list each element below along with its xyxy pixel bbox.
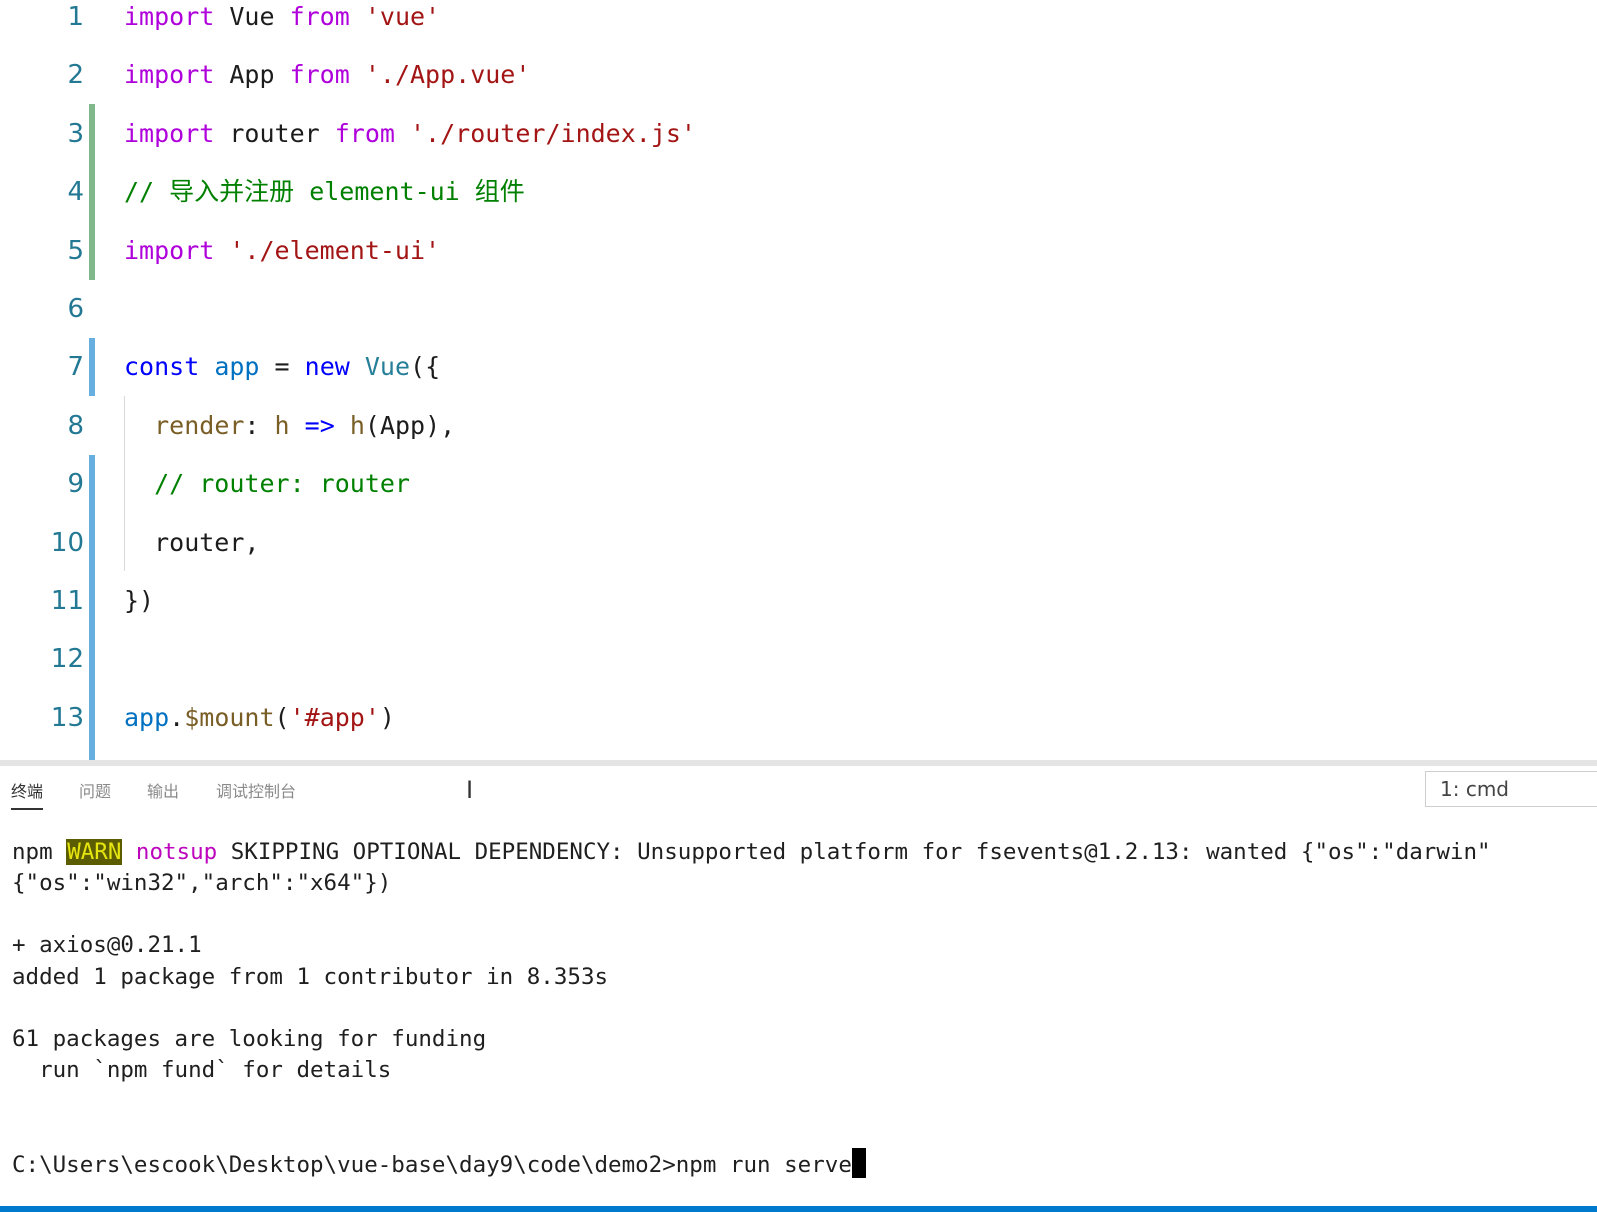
code-token: const — [124, 352, 200, 382]
git-modified-gutter-marker[interactable] — [89, 338, 95, 396]
code-token: app — [214, 352, 260, 382]
code-token: Vue — [214, 2, 290, 31]
line-number: 2 — [67, 60, 84, 91]
code-token: ( — [274, 702, 290, 732]
line-number: 3 — [67, 118, 84, 149]
warn-prefix: npm — [12, 839, 67, 865]
code-line[interactable]: import './element-ui' — [124, 222, 440, 280]
code-token: from — [289, 2, 350, 31]
tab-terminal[interactable]: 终端 — [11, 778, 44, 810]
code-line[interactable]: router, — [124, 514, 259, 572]
terminal-prompt: C:\Users\escook\Desktop\vue-base\day9\co… — [12, 1152, 852, 1178]
line-number: 11 — [50, 586, 84, 616]
panel-header: 终端 问题 输出 调试控制台 I 1: cmd — [0, 766, 1597, 816]
code-line[interactable]: app.$mount('#app') — [124, 689, 395, 747]
code-token: 'vue' — [349, 2, 441, 31]
terminal-prompt-line[interactable]: C:\Users\escook\Desktop\vue-base\day9\co… — [12, 1148, 866, 1181]
line-number: 13 — [50, 702, 84, 733]
code-token: from — [289, 60, 350, 90]
code-token: new — [304, 352, 350, 382]
warn-message: SKIPPING OPTIONAL DEPENDENCY: Unsupporte… — [217, 839, 1491, 865]
code-token: . — [169, 702, 185, 732]
code-line[interactable]: import App from './App.vue' — [124, 46, 530, 104]
code-token: './App.vue' — [349, 60, 531, 90]
code-token: // 导入并注册 element-ui 组件 — [124, 177, 525, 207]
warn-tag: notsup — [135, 839, 218, 865]
code-token: './router/index.js' — [394, 118, 696, 148]
line-number: 10 — [50, 527, 84, 558]
code-token: import — [124, 60, 215, 90]
line-number: 1 — [67, 2, 84, 32]
code-token: h — [349, 410, 365, 440]
code-token: ({ — [410, 352, 441, 382]
code-line[interactable]: // 导入并注册 element-ui 组件 — [124, 163, 525, 221]
terminal-output[interactable]: npm WARN notsup SKIPPING OPTIONAL DEPEND… — [0, 816, 1597, 1206]
code-token: router, — [124, 527, 260, 557]
code-token: // router: router — [124, 469, 410, 499]
code-token: app — [124, 702, 170, 732]
line-number: 6 — [67, 294, 84, 324]
code-token: ) — [379, 702, 395, 732]
code-line[interactable]: render: h => h(App), — [124, 397, 455, 455]
code-token: }) — [124, 586, 155, 615]
code-token: h — [274, 410, 290, 440]
line-number: 7 — [67, 352, 84, 383]
tab-debug-console[interactable]: 调试控制台 — [216, 778, 296, 808]
terminal-line: + axios@0.21.1 — [12, 932, 202, 958]
code-line[interactable]: import router from './router/index.js' — [124, 105, 696, 163]
git-modified-gutter-marker[interactable] — [89, 455, 95, 760]
code-token: render — [154, 410, 245, 440]
code-token: import — [124, 118, 215, 148]
code-token: = — [259, 352, 305, 382]
code-token: './element-ui' — [214, 235, 441, 265]
code-token: => — [304, 410, 335, 440]
ibeam-cursor-icon: I — [466, 776, 474, 804]
code-line[interactable]: // router: router — [124, 455, 410, 513]
code-token: '#app' — [289, 702, 380, 732]
tab-output[interactable]: 输出 — [147, 778, 179, 808]
code-editor[interactable]: 1 import Vue from 'vue' 2 import App from '… — [0, 0, 1597, 760]
line-number: 4 — [67, 177, 84, 208]
code-token: router — [214, 118, 335, 148]
code-token: Vue — [364, 352, 411, 382]
warn-badge: WARN — [66, 839, 123, 865]
code-line[interactable]: const app = new Vue({ — [124, 338, 440, 396]
code-token: App — [214, 60, 290, 90]
code-line[interactable]: }) — [124, 572, 154, 630]
line-number: 9 — [67, 469, 84, 500]
terminal-select-dropdown[interactable]: 1: cmd — [1425, 771, 1597, 807]
terminal-line: run `npm fund` for details — [12, 1057, 392, 1083]
terminal-warn-line: npm WARN notsup SKIPPING OPTIONAL DEPEND… — [12, 836, 1491, 868]
line-number: 8 — [67, 410, 84, 441]
code-token: import — [124, 2, 215, 31]
code-token: from — [334, 118, 395, 148]
terminal-line: added 1 package from 1 contributor in 8.… — [12, 964, 609, 990]
code-line[interactable]: import Vue from 'vue' — [124, 0, 440, 46]
line-number: 12 — [50, 644, 84, 675]
terminal-line: {"os":"win32","arch":"x64"}) — [12, 870, 392, 896]
code-token: : — [244, 410, 275, 440]
tab-problems[interactable]: 问题 — [79, 778, 111, 808]
status-bar — [0, 1206, 1597, 1212]
code-token: (App), — [364, 410, 456, 440]
git-added-gutter-marker[interactable] — [89, 104, 95, 280]
code-token: import — [124, 235, 215, 265]
code-token: $mount — [184, 702, 275, 732]
line-number: 5 — [67, 235, 84, 266]
terminal-cursor — [851, 1148, 866, 1178]
terminal-line: 61 packages are looking for funding — [12, 1026, 487, 1052]
